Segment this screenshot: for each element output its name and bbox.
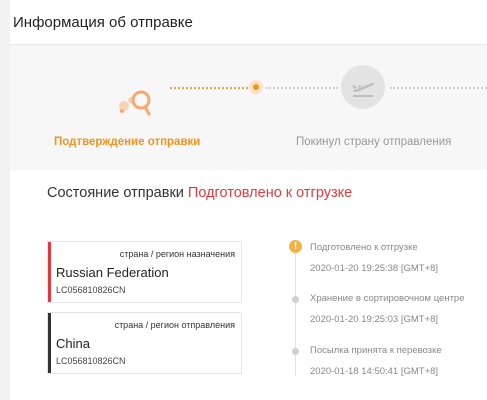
step-label-departed: Покинул страну отправления	[296, 136, 452, 148]
timeline-dot	[292, 348, 299, 355]
origin-caption: страна / регион отправления	[114, 320, 235, 330]
progress-dots-pending-2	[390, 87, 487, 89]
step-label-confirmation: Подтверждение отправки	[54, 136, 201, 148]
card-accent-bar	[48, 242, 51, 302]
progress-dots-pending	[266, 87, 338, 89]
status-label: Состояние отправки	[47, 185, 184, 201]
destination-country: Russian Federation	[56, 265, 169, 280]
tracking-timeline: ! Подготовлено к отгрузке 2020-01-20 19:…	[288, 238, 483, 388]
panel-title: Информация об отправке	[13, 13, 193, 31]
origin-card: страна / регион отправления China LC0568…	[47, 312, 242, 374]
event-date: 2020-01-18 14:50:41 [GMT+8]	[310, 366, 439, 377]
progress-dots-complete	[170, 87, 248, 89]
panel-header: Информация об отправке	[10, 0, 487, 45]
shipment-progress: Подтверждение отправки Покинул страну от…	[10, 45, 487, 170]
plane-departure-icon	[341, 65, 385, 109]
timeline-dot	[292, 296, 299, 303]
event-date: 2020-01-20 19:25:38 [GMT+8]	[310, 263, 439, 274]
origin-country: China	[56, 336, 90, 351]
shipment-status: Состояние отправки Подготовлено к отгрузк…	[47, 185, 352, 201]
event-title: Подготовлено к отгрузке	[310, 242, 418, 253]
event-title: Хранение в сортировочном центре	[310, 293, 465, 304]
origin-tracking: LC056810826CN	[56, 356, 126, 366]
progress-current-dot	[249, 80, 263, 94]
card-accent-bar	[48, 313, 51, 373]
destination-caption: страна / регион назначения	[119, 249, 235, 259]
event-date: 2020-01-20 19:25:03 [GMT+8]	[310, 314, 439, 325]
destination-tracking: LC056810826CN	[56, 285, 126, 295]
status-value: Подготовлено к отгрузке	[187, 185, 353, 201]
alert-icon: !	[289, 240, 302, 253]
timeline-line	[295, 252, 296, 376]
package-icon	[114, 83, 158, 119]
event-title: Посылка принята к перевозке	[310, 345, 442, 356]
shipment-info-panel: Информация об отправке Подтверждение отп…	[10, 0, 487, 400]
destination-card: страна / регион назначения Russian Feder…	[47, 241, 242, 303]
